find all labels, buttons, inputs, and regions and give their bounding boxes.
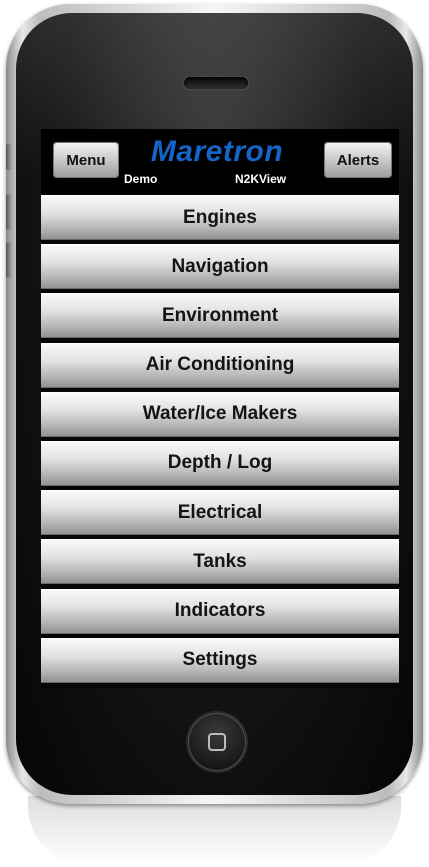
menu-button[interactable]: Menu — [53, 142, 119, 178]
menu-item-engines[interactable]: Engines — [41, 195, 399, 240]
menu-item-environment[interactable]: Environment — [41, 293, 399, 339]
menu-item-electrical[interactable]: Electrical — [41, 490, 399, 536]
volume-up-button — [6, 194, 12, 230]
main-menu: Engines Navigation Environment Air Condi… — [41, 195, 399, 687]
menu-item-tanks[interactable]: Tanks — [41, 539, 399, 585]
home-button-icon[interactable] — [186, 711, 248, 773]
alerts-button[interactable]: Alerts — [324, 142, 392, 178]
menu-item-settings[interactable]: Settings — [41, 637, 399, 683]
menu-item-water-ice-makers[interactable]: Water/Ice Makers — [41, 391, 399, 437]
menu-item-navigation[interactable]: Navigation — [41, 244, 399, 290]
app-name-label: N2KView — [235, 172, 287, 186]
phone-reflection — [28, 796, 401, 866]
mode-label: Demo — [124, 172, 158, 186]
menu-item-indicators[interactable]: Indicators — [41, 588, 399, 634]
mute-switch — [6, 144, 12, 170]
menu-item-depth-log[interactable]: Depth / Log — [41, 440, 399, 486]
app-screen: Menu Maretron Demo N2KView Alerts Engine… — [41, 129, 399, 688]
volume-down-button — [6, 242, 12, 278]
speaker-grille-icon — [183, 76, 249, 90]
home-square-icon — [208, 733, 226, 751]
brand-logo: Maretron — [150, 135, 284, 168]
header-bar: Menu Maretron Demo N2KView Alerts — [41, 129, 399, 193]
menu-item-air-conditioning[interactable]: Air Conditioning — [41, 342, 399, 388]
